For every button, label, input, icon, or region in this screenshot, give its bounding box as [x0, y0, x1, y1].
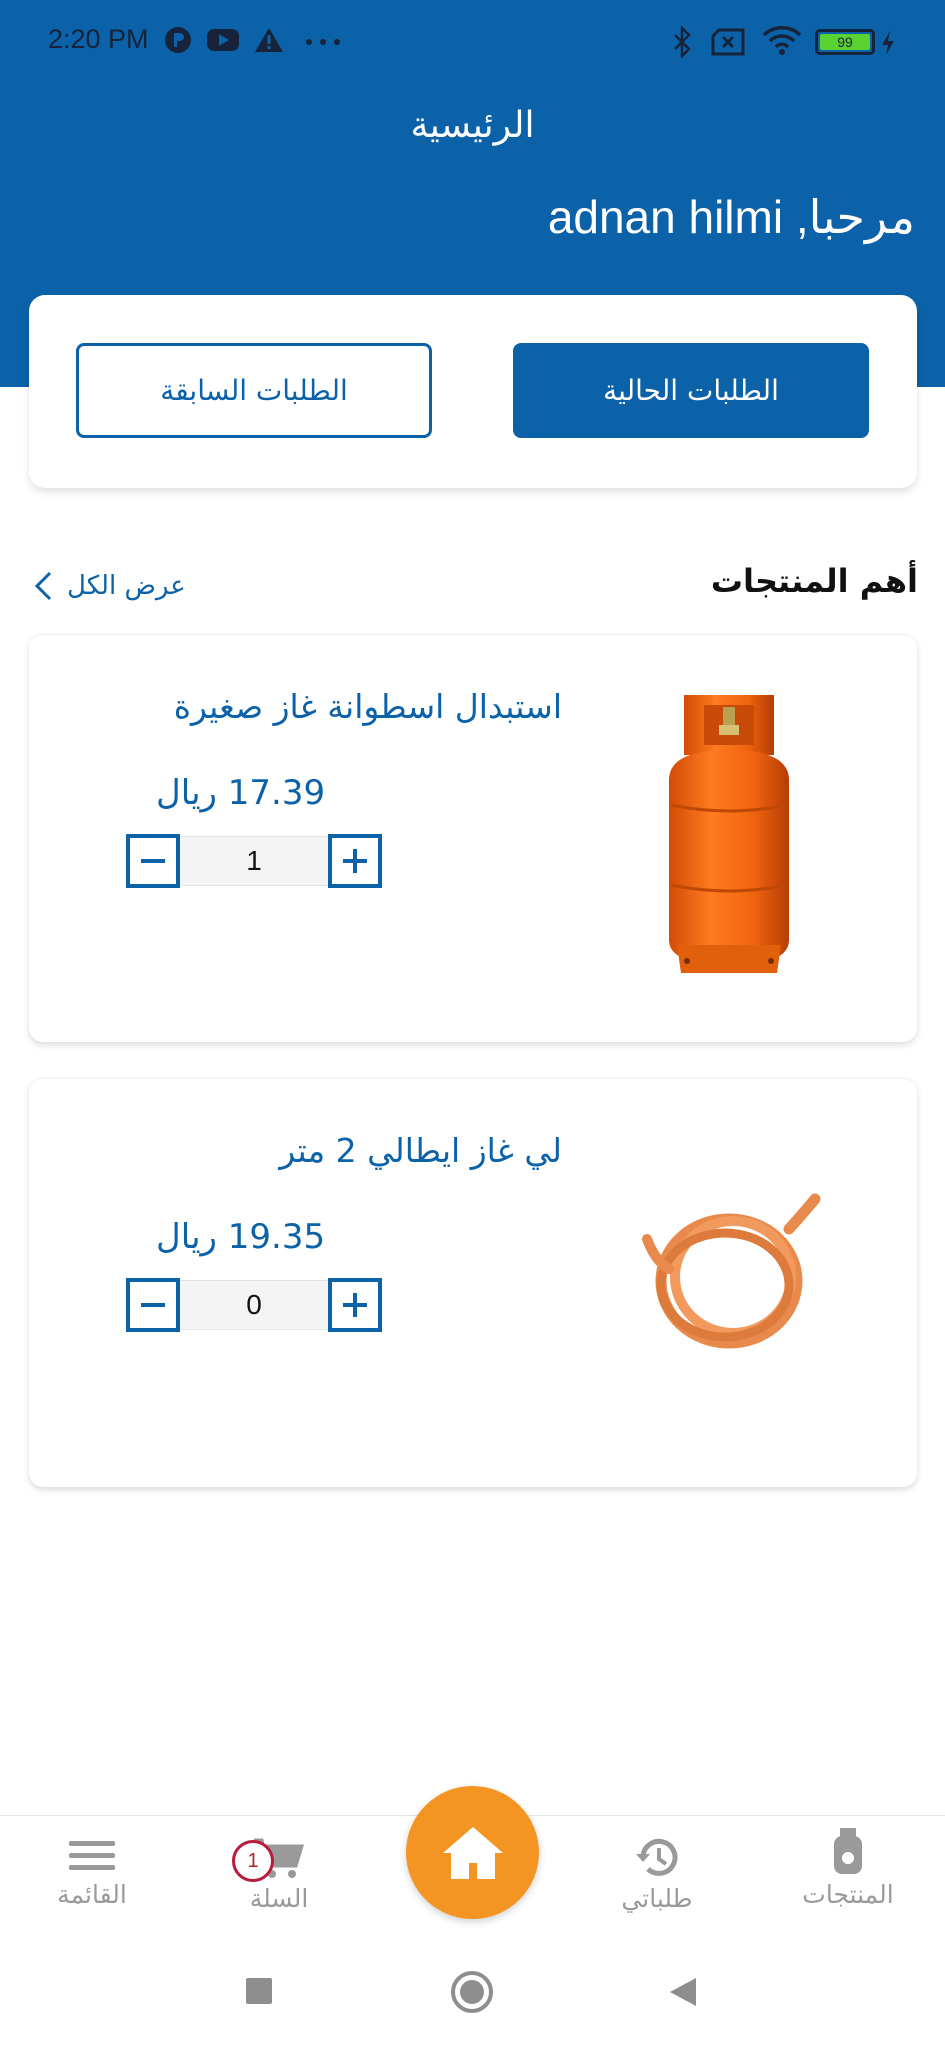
p-circle-icon: [165, 27, 191, 53]
quantity-stepper: 0: [126, 1278, 382, 1332]
warning-icon: [255, 28, 283, 52]
sim-off-icon: [711, 28, 745, 56]
battery-icon: 99: [815, 29, 875, 55]
product-card[interactable]: استبدال اسطوانة غاز صغيرة 17.39 ريال 1: [29, 634, 917, 1042]
more-dots-icon: [306, 39, 340, 45]
home-screen: 2:20 PM 99 الرئيسية مرحبا, adnan hilmi ا…: [0, 0, 945, 2048]
quantity-value[interactable]: 1: [180, 836, 328, 886]
wifi-icon: [762, 26, 802, 55]
nav-cart[interactable]: السلة: [204, 1816, 354, 1926]
increase-button[interactable]: [328, 1278, 382, 1332]
orders-card: الطلبات الحالية الطلبات السابقة: [29, 295, 917, 488]
system-navigation-bar: [0, 1930, 945, 2048]
nav-cart-label: السلة: [249, 1884, 309, 1913]
gas-cylinder-icon: [834, 1828, 862, 1874]
bluetooth-icon: [674, 26, 691, 58]
gas-cylinder-image: [669, 695, 789, 973]
minus-icon: [141, 1303, 165, 1307]
status-time: 2:20 PM: [48, 24, 149, 54]
history-icon: [636, 1838, 678, 1876]
product-price: 19.35 ريال: [156, 1217, 326, 1257]
battery-level: 99: [820, 34, 870, 50]
increase-button[interactable]: [328, 834, 382, 888]
product-name: استبدال اسطوانة غاز صغيرة: [173, 687, 562, 726]
home-icon: [442, 1826, 503, 1879]
minus-icon: [141, 859, 165, 863]
greeting-text: مرحبا, adnan hilmi: [547, 191, 915, 243]
hamburger-menu-icon: [69, 1841, 115, 1870]
product-name: لي غاز ايطالي 2 متر: [279, 1131, 562, 1170]
plus-icon: [343, 849, 367, 873]
charging-icon: [882, 31, 894, 55]
page-title: الرئيسية: [410, 105, 535, 146]
recent-apps-icon[interactable]: [244, 1976, 274, 2006]
status-bar: 2:20 PM 99: [0, 0, 945, 84]
cart-count-badge: 1: [232, 1840, 274, 1882]
product-card[interactable]: لي غاز ايطالي 2 متر 19.35 ريال 0: [29, 1078, 917, 1487]
home-circle-icon[interactable]: [450, 1970, 494, 2014]
nav-my-orders-label: طلباتي: [621, 1884, 693, 1913]
nav-my-orders[interactable]: طلباتي: [582, 1816, 732, 1926]
product-price: 17.39 ريال: [156, 773, 326, 813]
view-all-link[interactable]: عرض الكل: [33, 564, 186, 608]
quantity-value[interactable]: 0: [180, 1280, 328, 1330]
plus-icon: [343, 1293, 367, 1317]
chevron-left-icon: [34, 571, 52, 601]
nav-menu[interactable]: القائمة: [17, 1816, 167, 1926]
current-orders-button[interactable]: الطلبات الحالية: [513, 343, 869, 438]
home-button[interactable]: [406, 1786, 539, 1919]
view-all-label: عرض الكل: [67, 571, 186, 601]
nav-menu-label: القائمة: [57, 1880, 127, 1909]
gas-hose-image: [642, 1193, 821, 1349]
nav-products[interactable]: المنتجات: [773, 1816, 923, 1926]
nav-products-label: المنتجات: [802, 1880, 894, 1909]
past-orders-button[interactable]: الطلبات السابقة: [76, 343, 432, 438]
quantity-stepper: 1: [126, 834, 382, 888]
top-products-title: أهم المنتجات: [710, 562, 918, 600]
decrease-button[interactable]: [126, 834, 180, 888]
decrease-button[interactable]: [126, 1278, 180, 1332]
youtube-icon: [207, 29, 239, 51]
back-icon[interactable]: [668, 1976, 698, 2008]
